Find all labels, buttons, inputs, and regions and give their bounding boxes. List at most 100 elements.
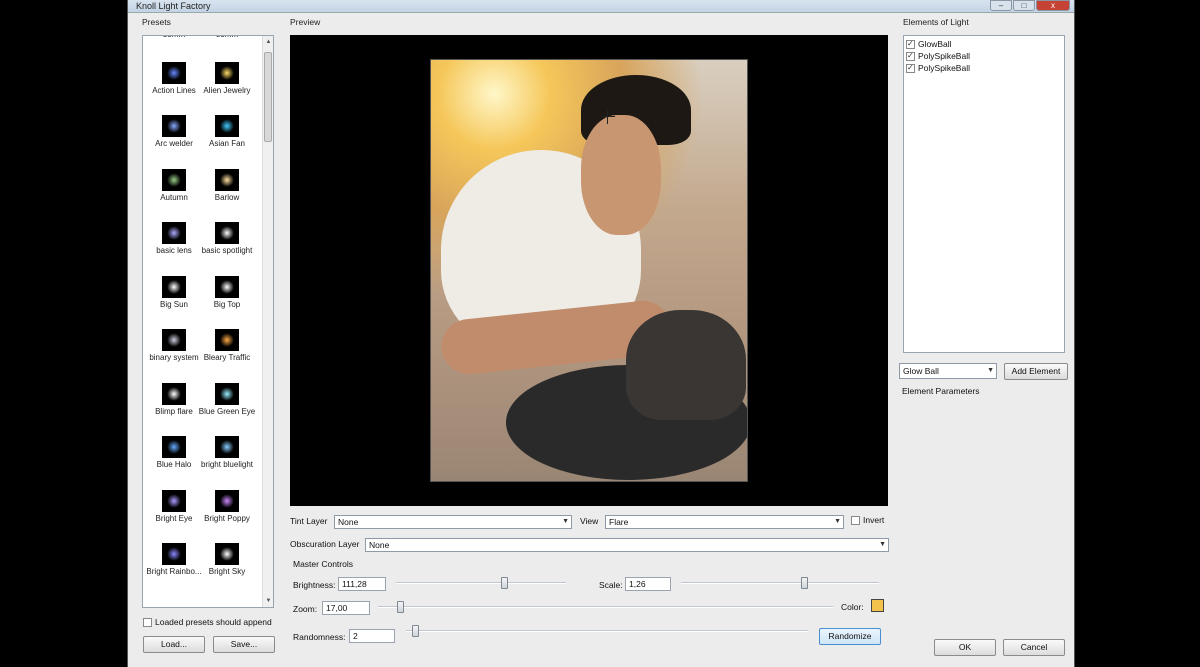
randomness-slider[interactable] — [406, 624, 808, 638]
preset-item[interactable]: Arc welder — [145, 115, 203, 149]
scale-field[interactable]: 1,26 — [625, 577, 671, 591]
preset-label: Bright Rainbo... — [146, 567, 202, 576]
preset-thumbnail-icon — [162, 489, 186, 512]
element-item[interactable]: GlowBall — [906, 39, 952, 49]
append-option[interactable]: Loaded presets should append — [143, 617, 272, 627]
zoom-field[interactable]: 17,00 — [322, 601, 370, 615]
preset-item[interactable]: Bleary Traffic — [198, 329, 256, 363]
preset-item[interactable]: Big Sun — [145, 275, 203, 310]
preset-label: Alien Jewelry — [203, 85, 251, 95]
scroll-down-icon[interactable]: ▼ — [263, 595, 273, 607]
chevron-down-icon: ▼ — [562, 518, 569, 525]
preset-item[interactable]: Blue Halo — [145, 436, 203, 470]
preset-item[interactable]: 35mm — [145, 36, 203, 40]
preset-item[interactable]: 85mm — [198, 36, 256, 40]
preset-item[interactable]: basic lens — [145, 222, 203, 256]
element-checkbox[interactable] — [906, 51, 915, 61]
preset-thumbnail-icon — [162, 168, 186, 191]
tint-layer-select[interactable]: None ▼ — [334, 515, 572, 529]
preset-item[interactable]: Bright Rainbo... — [145, 543, 203, 577]
preset-item[interactable]: Alien Jewelry — [198, 61, 256, 96]
preset-item[interactable]: Blue Green Eye — [198, 382, 256, 417]
preset-thumbnail-icon — [215, 543, 239, 565]
preset-thumbnail-icon — [162, 329, 186, 351]
append-checkbox[interactable] — [143, 617, 152, 627]
preset-item[interactable]: Big Top — [198, 275, 256, 310]
element-item[interactable]: PolySpikeBall — [906, 63, 970, 73]
slider-track — [681, 582, 879, 584]
scale-slider[interactable] — [681, 576, 879, 590]
preset-item[interactable]: Action Lines — [145, 61, 203, 96]
preset-item[interactable]: basic spotlight — [198, 222, 256, 256]
preset-label: Big Top — [213, 299, 241, 309]
view-select[interactable]: Flare ▼ — [605, 515, 844, 529]
element-parameters-panel — [899, 398, 1069, 630]
obscuration-value: None — [369, 540, 390, 550]
preset-label: 35mm — [163, 36, 185, 39]
scale-slider-knob[interactable] — [801, 577, 808, 589]
preset-label: basic lens — [156, 246, 192, 255]
zoom-slider-knob[interactable] — [397, 601, 404, 613]
element-checkbox[interactable] — [906, 63, 915, 73]
preset-thumbnail-icon — [162, 543, 186, 565]
zoom-slider[interactable] — [378, 600, 833, 614]
color-swatch[interactable] — [871, 599, 884, 612]
save-button[interactable]: Save... — [213, 636, 275, 653]
preset-label: Big Sun — [159, 299, 189, 309]
preset-label: Action Lines — [152, 85, 196, 95]
light-factory-window: Knoll Light Factory – □ x Presets 35mm 85… — [127, 0, 1075, 667]
chevron-down-icon: ▼ — [879, 541, 886, 548]
preset-thumbnail-icon — [162, 275, 186, 298]
flare-position-crosshair-icon[interactable] — [601, 110, 615, 124]
randomness-slider-knob[interactable] — [412, 625, 419, 637]
preset-item[interactable]: binary system — [145, 329, 203, 363]
preset-item[interactable]: Bright Eye — [145, 489, 203, 524]
preset-label: Bleary Traffic — [203, 353, 251, 362]
preset-item[interactable]: Bright Sky — [198, 543, 256, 577]
minimize-button[interactable]: – — [990, 0, 1012, 11]
obscuration-select[interactable]: None ▼ — [365, 538, 889, 552]
photo-face — [581, 115, 661, 235]
preview-canvas[interactable] — [290, 35, 888, 506]
preset-item[interactable]: Asian Fan — [198, 115, 256, 149]
ok-button[interactable]: OK — [934, 639, 996, 656]
preset-label: Asian Fan — [208, 139, 246, 148]
load-button[interactable]: Load... — [143, 636, 205, 653]
preset-label: Arc welder — [155, 139, 193, 148]
preview-photo[interactable] — [430, 59, 748, 482]
invert-checkbox[interactable] — [851, 515, 860, 525]
cancel-button[interactable]: Cancel — [1003, 639, 1065, 656]
elements-list[interactable]: GlowBall PolySpikeBall PolySpikeBall — [903, 35, 1065, 353]
preset-item[interactable]: Blimp flare — [145, 382, 203, 417]
scroll-up-icon[interactable]: ▲ — [263, 36, 273, 48]
add-element-button[interactable]: Add Element — [1004, 363, 1068, 380]
close-button[interactable]: x — [1036, 0, 1070, 11]
preset-item[interactable]: bright bluelight — [198, 436, 256, 470]
invert-option[interactable]: Invert — [851, 515, 884, 525]
preset-label: Bright Sky — [208, 567, 246, 576]
preset-label: Bright Eye — [155, 513, 193, 523]
preset-thumbnail-icon — [162, 115, 186, 137]
title-bar[interactable]: Knoll Light Factory – □ x — [128, 0, 1074, 13]
brightness-field[interactable]: 111,28 — [338, 577, 386, 591]
preset-item[interactable]: Barlow — [198, 168, 256, 203]
randomness-field[interactable]: 2 — [349, 629, 395, 643]
preset-item[interactable]: Autumn — [145, 168, 203, 203]
element-item[interactable]: PolySpikeBall — [906, 51, 970, 61]
element-parameters-heading: Element Parameters — [902, 386, 980, 396]
preset-label: Blue Halo — [156, 460, 192, 469]
brightness-slider[interactable] — [396, 576, 566, 590]
preset-label: bright bluelight — [200, 460, 254, 469]
preset-thumbnail-icon — [215, 489, 239, 512]
scroll-thumb[interactable] — [264, 52, 272, 142]
element-checkbox[interactable] — [906, 39, 915, 49]
preset-item[interactable]: Bright Poppy — [198, 489, 256, 524]
element-type-select[interactable]: Glow Ball ▼ — [899, 363, 997, 379]
slider-track — [378, 606, 833, 608]
brightness-slider-knob[interactable] — [501, 577, 508, 589]
presets-list[interactable]: 35mm 85mm Action Lines Alien Jewelry Arc wel… — [142, 35, 274, 608]
maximize-button[interactable]: □ — [1013, 0, 1035, 11]
preset-thumbnail-icon — [215, 168, 239, 191]
randomize-button[interactable]: Randomize — [819, 628, 881, 645]
presets-scrollbar[interactable]: ▲ ▼ — [262, 36, 273, 607]
